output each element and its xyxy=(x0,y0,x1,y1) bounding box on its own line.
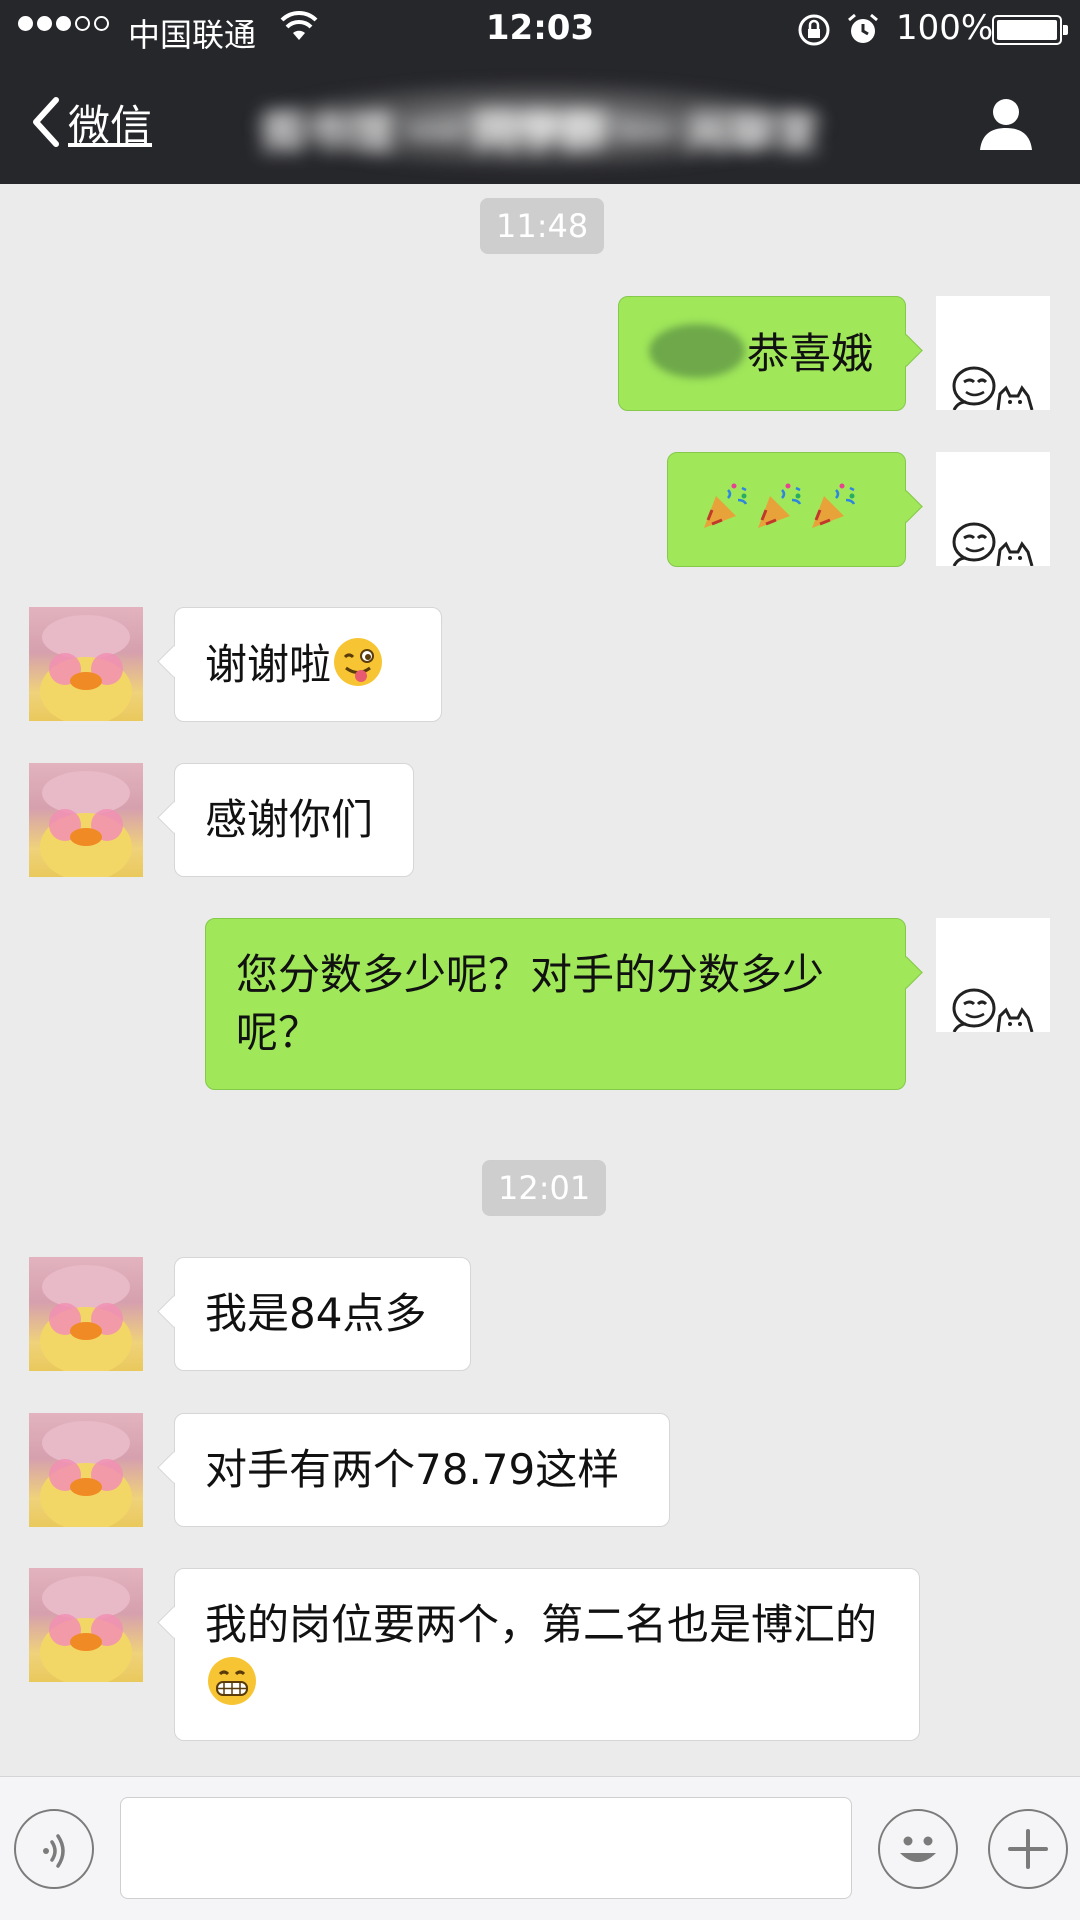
duck-avatar-icon xyxy=(40,615,132,721)
doodle-avatar-icon xyxy=(952,988,1034,1032)
message-text: 谢谢啦 xyxy=(205,640,332,689)
rotation-lock-icon xyxy=(798,14,830,46)
chat-title: 图书馆 ··· 同学群 ··· 闲聊室 xyxy=(261,107,819,156)
avatar-self[interactable] xyxy=(936,452,1050,566)
message-text: 您分数多少呢？对手的分数多少呢？ xyxy=(236,950,825,1057)
doodle-avatar-icon xyxy=(952,522,1034,566)
message-bubble-incoming[interactable]: 感谢你们 xyxy=(174,763,414,877)
message-text: 我是84点多 xyxy=(205,1289,427,1338)
duck-avatar-icon xyxy=(40,1576,132,1682)
message-text: 对手有两个78.79这样 xyxy=(205,1445,620,1494)
avatar-contact[interactable] xyxy=(29,1413,143,1527)
battery-icon xyxy=(992,15,1068,45)
redaction-blob xyxy=(649,324,745,378)
message-bubble-incoming[interactable]: 我的岗位要两个，第二名也是博汇的 xyxy=(174,1568,920,1741)
avatar-contact[interactable] xyxy=(29,607,143,721)
message-bubble-outgoing[interactable]: 您分数多少呢？对手的分数多少呢？ xyxy=(205,918,906,1090)
duck-avatar-icon xyxy=(40,1421,132,1527)
party-popper-emoji xyxy=(758,483,802,528)
party-popper-emoji xyxy=(812,483,856,528)
battery-percentage: 100% xyxy=(896,8,994,48)
timestamp: 11:48 xyxy=(480,198,605,254)
alarm-icon xyxy=(848,13,878,43)
message-bubble-incoming[interactable]: 我是84点多 xyxy=(174,1257,471,1371)
message-list[interactable]: 11:48 恭喜娥 谢谢啦 感谢你们 您分数多少呢？对手的分数多少呢？ 12:0… xyxy=(0,184,1080,1776)
avatar-contact[interactable] xyxy=(29,1568,143,1682)
avatar-self[interactable] xyxy=(936,918,1050,1032)
message-input[interactable] xyxy=(120,1797,852,1899)
avatar-contact[interactable] xyxy=(29,763,143,877)
plus-icon xyxy=(1008,1829,1048,1869)
doodle-avatar-icon xyxy=(952,366,1034,410)
chevron-left-icon xyxy=(33,97,59,147)
message-bubble-incoming[interactable]: 对手有两个78.79这样 xyxy=(174,1413,670,1527)
message-text: 恭喜娥 xyxy=(747,329,874,378)
status-bar: 中国联通 12:03 100% xyxy=(0,0,1080,60)
back-button[interactable]: 微信 xyxy=(28,90,152,154)
input-bar xyxy=(0,1776,1080,1920)
person-icon[interactable] xyxy=(976,94,1036,154)
voice-button[interactable] xyxy=(14,1809,94,1889)
message-bubble-incoming[interactable]: 谢谢啦 xyxy=(174,607,442,722)
duck-avatar-icon xyxy=(40,1265,132,1371)
voice-icon xyxy=(43,1834,65,1868)
message-text: 感谢你们 xyxy=(205,795,374,844)
message-text: 我的岗位要两个，第二名也是博汇的 xyxy=(205,1600,878,1649)
message-bubble-outgoing[interactable] xyxy=(667,452,906,567)
avatar-contact[interactable] xyxy=(29,1257,143,1371)
winking-tongue-emoji xyxy=(334,638,383,686)
duck-avatar-icon xyxy=(40,771,132,877)
emoji-face-icon xyxy=(900,1836,936,1862)
timestamp: 12:01 xyxy=(482,1160,607,1216)
emoji-button[interactable] xyxy=(878,1809,958,1889)
grinning-emoji xyxy=(208,1657,256,1705)
party-popper-emoji xyxy=(704,483,748,528)
nav-bar: 微信 图书馆 ··· 同学群 ··· 闲聊室 xyxy=(0,60,1080,184)
avatar-self[interactable] xyxy=(936,296,1050,410)
message-bubble-outgoing[interactable]: 恭喜娥 xyxy=(618,296,906,411)
more-button[interactable] xyxy=(988,1809,1068,1889)
back-label: 微信 xyxy=(68,100,153,150)
